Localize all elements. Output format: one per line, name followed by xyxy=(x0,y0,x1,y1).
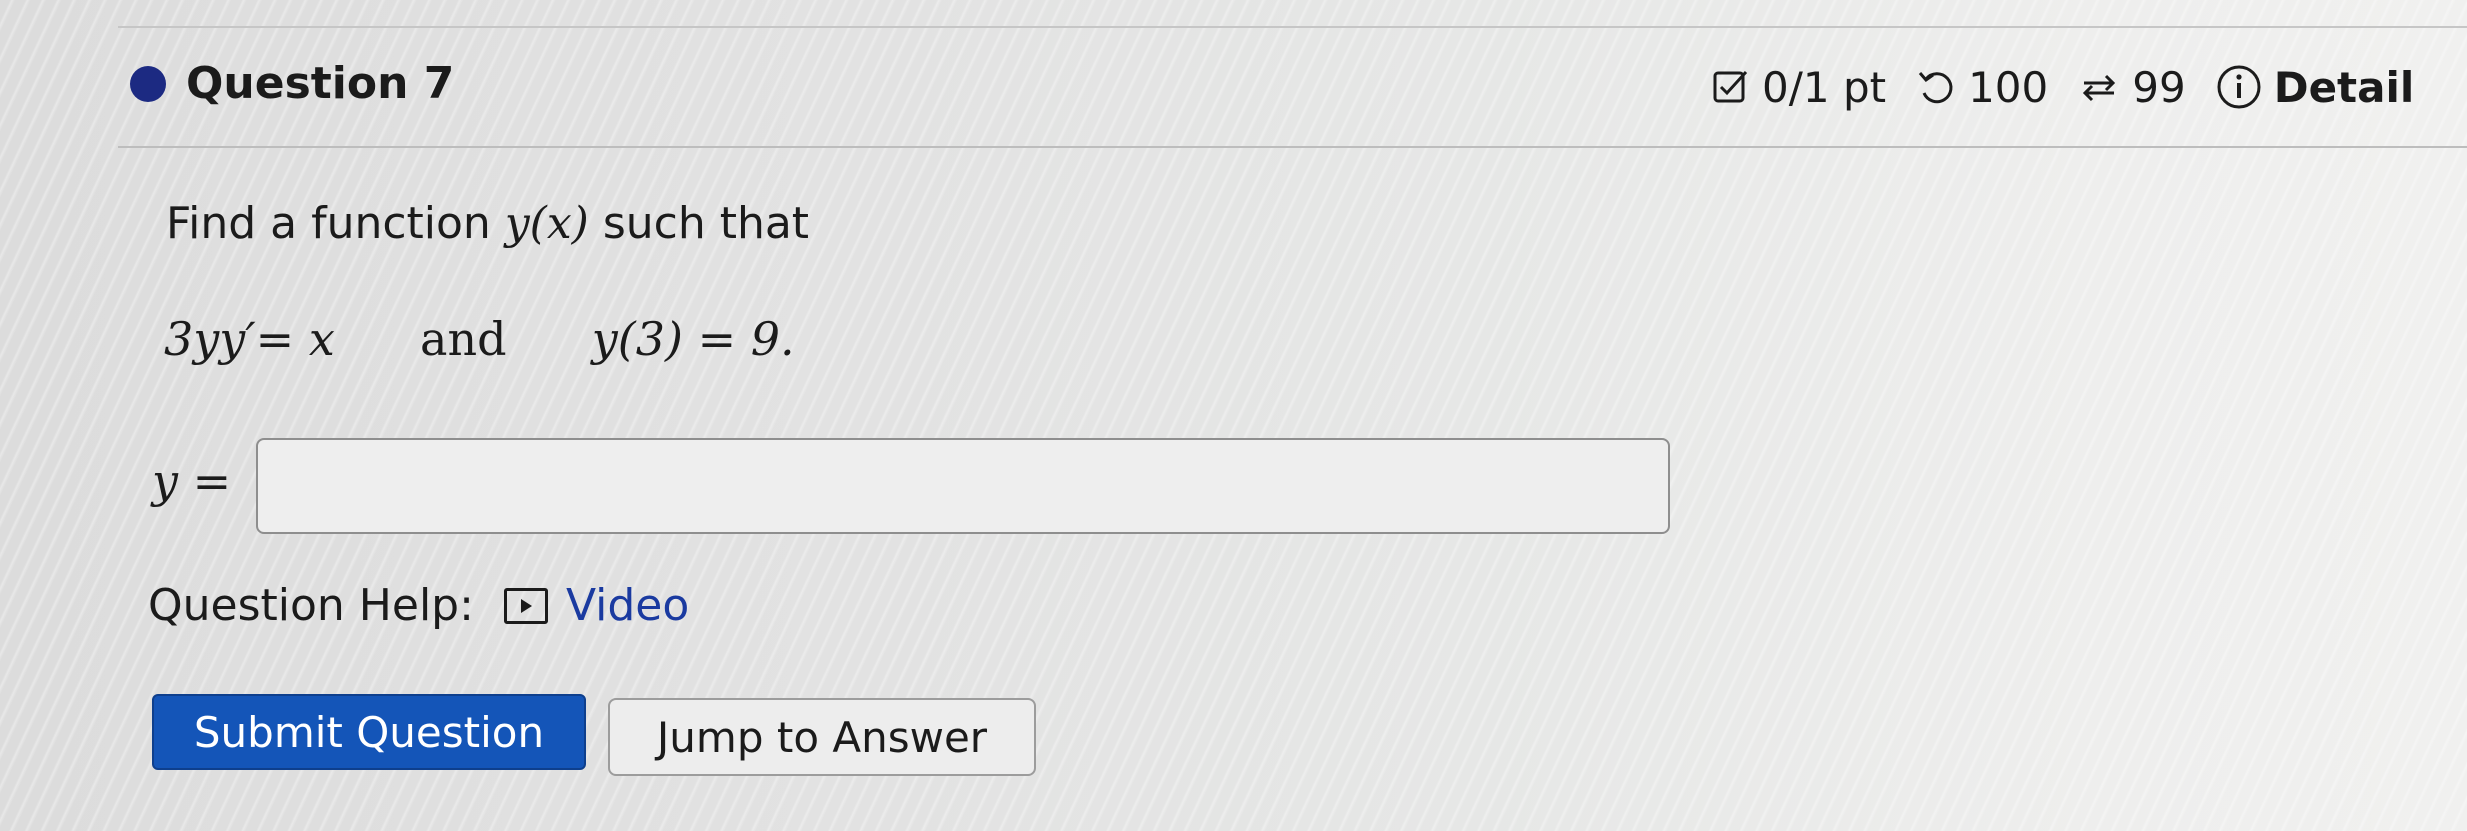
details-link[interactable]: Detail xyxy=(2274,63,2415,112)
retries-count: 100 xyxy=(1968,62,2049,112)
video-link[interactable]: Video xyxy=(504,580,689,631)
equation: 3yy′= x and y(3) = 9. xyxy=(164,312,795,366)
retry-arrows-icon xyxy=(2078,67,2120,107)
prompt-suffix: such that xyxy=(588,198,810,249)
equation-lhs: 3yy′= x xyxy=(164,312,335,366)
attempts-count: 99 xyxy=(2132,62,2186,112)
question-status-dot xyxy=(130,66,166,102)
question-title: Question 7 xyxy=(186,58,455,109)
equation-connector: and xyxy=(420,312,507,366)
question-meta: 0/1 pt 100 99 Detail xyxy=(1712,58,2414,116)
undo-icon xyxy=(1916,67,1956,107)
header-divider xyxy=(118,146,2467,148)
answer-label: y = xyxy=(152,454,232,508)
submit-question-button[interactable]: Submit Question xyxy=(152,694,586,770)
question-prompt: Find a function y(x) such that xyxy=(166,198,809,249)
play-icon xyxy=(504,587,548,624)
info-icon[interactable] xyxy=(2216,64,2262,110)
checkbox-pencil-icon xyxy=(1712,68,1750,106)
answer-input[interactable] xyxy=(256,438,1670,534)
prompt-function: y(x) xyxy=(504,198,589,249)
equation-rhs: y(3) = 9. xyxy=(591,312,795,366)
question-help-label: Question Help: xyxy=(148,580,474,631)
top-divider xyxy=(118,26,2467,28)
score-text: 0/1 pt xyxy=(1762,62,1887,112)
question-header: Question 7 0/1 pt 100 99 Detail xyxy=(124,54,2467,122)
video-label: Video xyxy=(566,580,690,631)
prompt-prefix: Find a function xyxy=(166,198,505,249)
jump-to-answer-button[interactable]: Jump to Answer xyxy=(608,698,1036,776)
